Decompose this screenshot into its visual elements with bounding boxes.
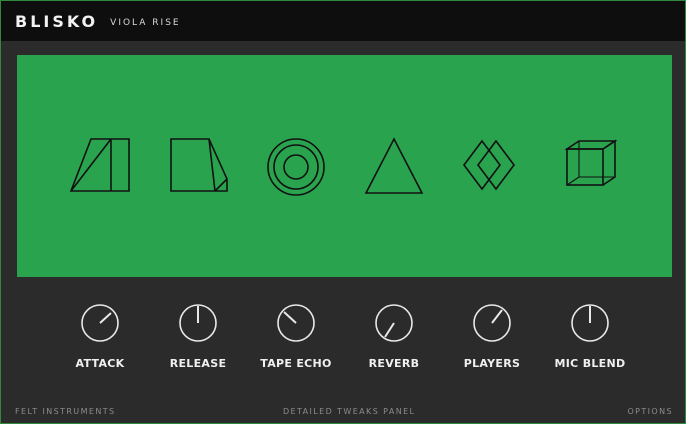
title-bar: BLISKO VIOLA RISE: [1, 1, 685, 41]
release-label: RELEASE: [169, 357, 227, 370]
shape-display: [17, 55, 672, 277]
double-diamond-icon[interactable]: [458, 135, 522, 199]
product-name: VIOLA RISE: [110, 18, 181, 28]
slanted-box-icon[interactable]: [69, 135, 133, 199]
tape-echo-label: TAPE ECHO: [260, 357, 332, 370]
release-knob[interactable]: [178, 303, 218, 343]
triangle-icon[interactable]: [362, 135, 426, 199]
concentric-circle-icon[interactable]: [264, 135, 328, 199]
brand-name: BLISKO: [15, 11, 99, 31]
reverb-knob[interactable]: [374, 303, 414, 343]
tape-echo-knob[interactable]: [276, 303, 316, 343]
players-label: PLAYERS: [463, 357, 521, 370]
players-knob[interactable]: [472, 303, 512, 343]
attack-knob[interactable]: [80, 303, 120, 343]
trapezoid-box-icon[interactable]: [167, 135, 231, 199]
mic-blend-knob[interactable]: [570, 303, 610, 343]
mic-blend-label: MIC BLEND: [554, 357, 626, 370]
plugin-window: BLISKO VIOLA RISE ATTACK RELEASE TAPE EC…: [0, 0, 686, 424]
reverb-label: REVERB: [368, 357, 420, 370]
vendor-link[interactable]: FELT INSTRUMENTS: [15, 407, 115, 416]
cube-icon[interactable]: [557, 135, 621, 199]
options-button[interactable]: OPTIONS: [627, 407, 673, 416]
attack-label: ATTACK: [75, 357, 125, 370]
tweaks-panel-button[interactable]: DETAILED TWEAKS PANEL: [283, 407, 415, 416]
